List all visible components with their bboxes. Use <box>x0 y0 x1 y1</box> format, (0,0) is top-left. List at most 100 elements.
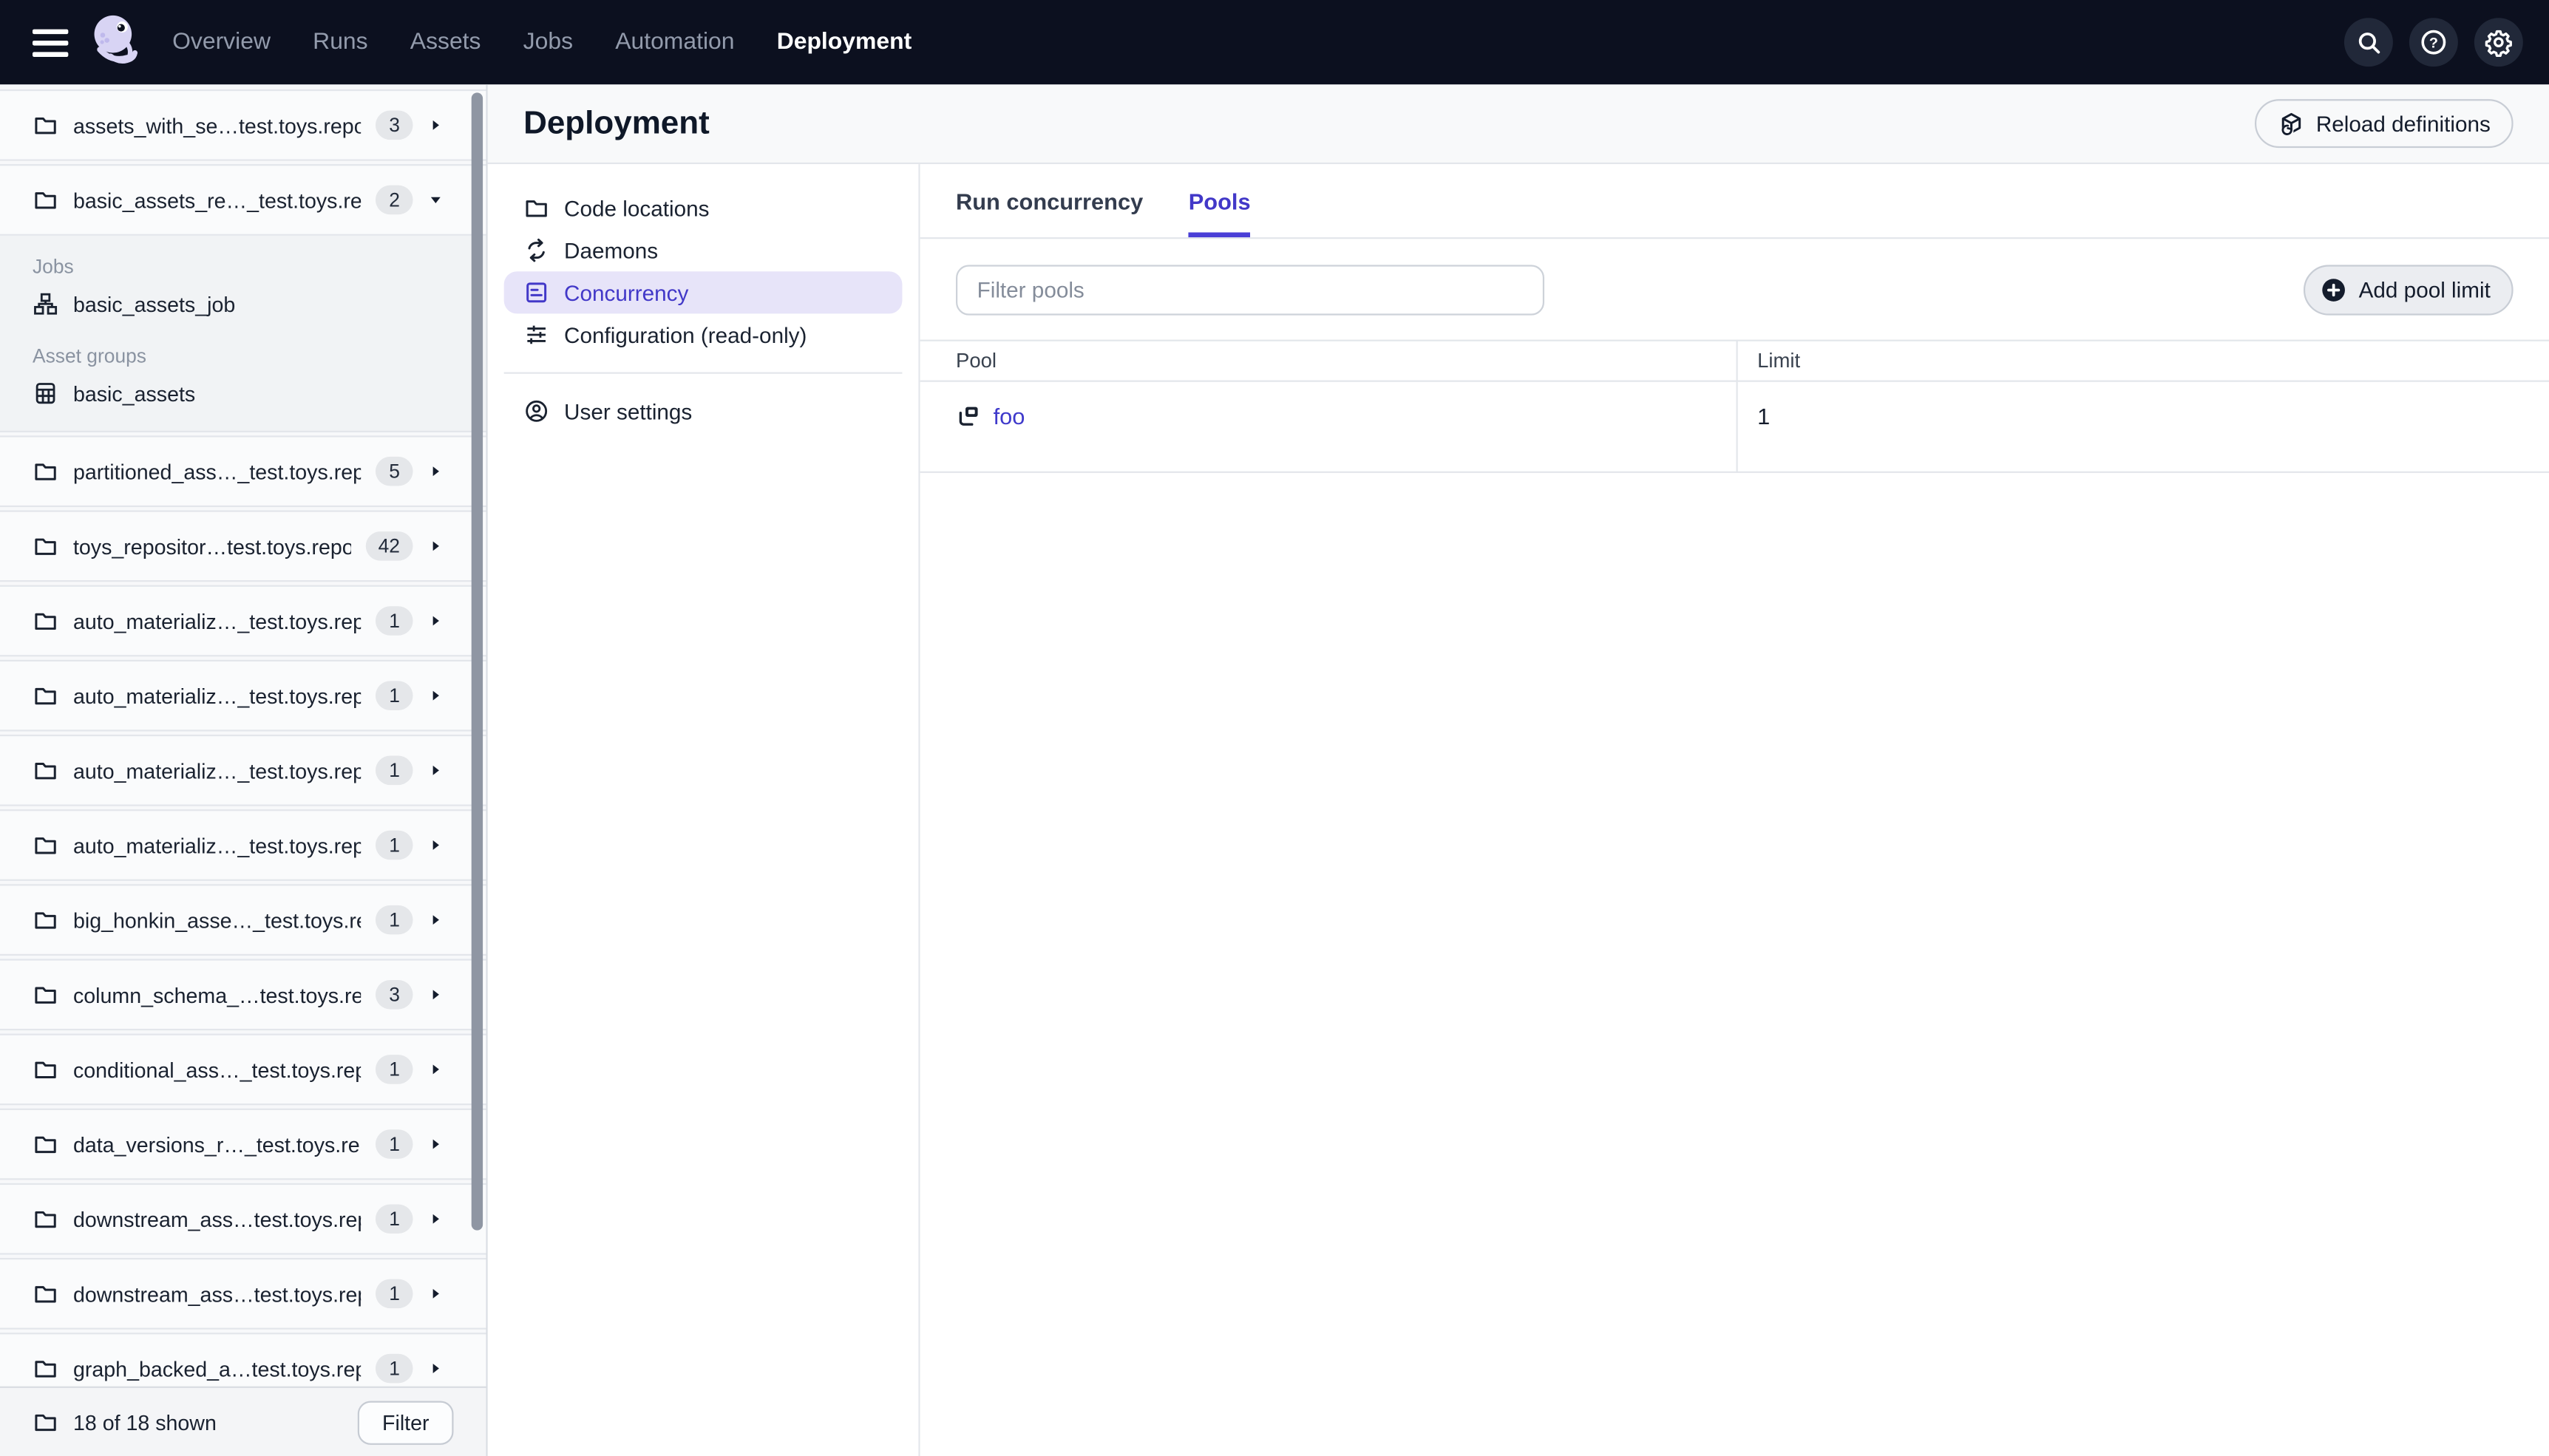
nav-runs[interactable]: Runs <box>313 30 367 55</box>
concurrency-content: Run concurrency Pools Add pool limit Poo… <box>920 164 2549 1456</box>
repo-label: auto_materializ…_test.toys.repo <box>72 683 362 708</box>
help-button[interactable]: ? <box>2409 18 2458 67</box>
nav-concurrency[interactable]: Concurrency <box>503 271 903 314</box>
repo-row[interactable]: auto_materializ…_test.toys.repo 1 <box>0 809 486 881</box>
repo-count-badge: 42 <box>364 531 413 561</box>
filter-button[interactable]: Filter <box>358 1400 454 1444</box>
search-button[interactable] <box>2343 18 2393 67</box>
chevron-right-icon[interactable] <box>427 1285 444 1302</box>
chevron-right-icon[interactable] <box>427 117 444 133</box>
repo-label: toys_repositor…test.toys.repo <box>72 534 351 559</box>
nav-configuration[interactable]: Configuration (read-only) <box>504 313 903 356</box>
nav-item-label: Configuration (read-only) <box>564 322 807 347</box>
repo-row[interactable]: auto_materializ…_test.toys.repo 1 <box>0 659 486 732</box>
repo-label: downstream_ass…test.toys.rep <box>72 1206 362 1231</box>
sidebar-footer: 18 of 18 shown Filter <box>0 1386 486 1456</box>
menu-icon[interactable] <box>32 28 69 56</box>
repo-row[interactable]: downstream_ass…test.toys.rep 1 <box>0 1258 486 1330</box>
folder-icon <box>35 1136 56 1154</box>
repo-row[interactable]: assets_with_se…test.toys.repo 3 <box>0 89 486 161</box>
repo-row[interactable]: downstream_ass…test.toys.rep 1 <box>0 1183 486 1255</box>
column-header-pool: Pool <box>920 339 1737 382</box>
expanded-repo-contents: Jobs basic_assets_job Asset groups basic… <box>0 235 486 432</box>
repo-row[interactable]: auto_materializ…_test.toys.repo 1 <box>0 585 486 657</box>
folder-icon <box>35 463 56 480</box>
chevron-right-icon[interactable] <box>427 613 444 629</box>
chevron-right-icon[interactable] <box>427 538 444 554</box>
repo-row[interactable]: partitioned_ass…_test.toys.rep 5 <box>0 435 486 508</box>
repo-count-badge: 5 <box>376 456 413 486</box>
repo-count-badge: 1 <box>376 830 413 860</box>
repo-count-badge: 2 <box>376 185 413 215</box>
nav-item-label: User settings <box>564 398 693 423</box>
column-header-limit: Limit <box>1736 339 2549 382</box>
folder-icon <box>35 687 56 705</box>
reload-definitions-button[interactable]: Reload definitions <box>2254 99 2514 149</box>
repo-row[interactable]: column_schema_…test.toys.rep 3 <box>0 959 486 1031</box>
nav-daemons[interactable]: Daemons <box>504 229 903 271</box>
repo-count-badge: 1 <box>376 1129 413 1159</box>
job-item[interactable]: basic_assets_job <box>0 285 486 325</box>
chevron-right-icon[interactable] <box>427 463 444 480</box>
chevron-right-icon[interactable] <box>427 1061 444 1078</box>
help-icon: ? <box>2421 30 2446 55</box>
chevron-right-icon[interactable] <box>427 987 444 1003</box>
chevron-right-icon[interactable] <box>427 1136 444 1152</box>
repo-label: downstream_ass…test.toys.rep <box>72 1281 362 1306</box>
repo-label: data_versions_r…_test.toys.rep <box>72 1132 362 1157</box>
repo-count-badge: 1 <box>376 681 413 710</box>
repo-row[interactable]: toys_repositor…test.toys.repo 42 <box>0 510 486 582</box>
repo-row-expanded[interactable]: basic_assets_re…_test.toys.repo 2 <box>0 164 486 236</box>
folder-icon <box>35 192 56 209</box>
folder-icon <box>35 987 56 1004</box>
repo-row[interactable]: data_versions_r…_test.toys.rep 1 <box>0 1108 486 1180</box>
pools-table: Pool Limit foo 1 <box>920 339 2549 473</box>
folder-icon <box>35 1211 56 1228</box>
repo-label: auto_materializ…_test.toys.repo <box>72 758 362 783</box>
dagster-logo-icon[interactable] <box>88 11 143 73</box>
repo-count-badge: 1 <box>376 1353 413 1384</box>
nav-jobs[interactable]: Jobs <box>523 30 573 55</box>
sliders-icon <box>527 325 546 344</box>
deployment-settings-nav: Code locations Daemons Concurrency Confi… <box>487 164 920 1456</box>
filter-pools-input[interactable] <box>956 265 1545 316</box>
nav-code-locations[interactable]: Code locations <box>504 187 903 229</box>
repo-label: auto_materializ…_test.toys.repo <box>72 608 362 633</box>
folder-icon <box>35 912 56 929</box>
nav-deployment[interactable]: Deployment <box>777 30 912 55</box>
chevron-down-icon[interactable] <box>427 191 444 208</box>
chevron-right-icon[interactable] <box>427 687 444 704</box>
repo-label: basic_assets_re…_test.toys.repo <box>72 187 362 212</box>
nav-item-label: Concurrency <box>564 280 689 305</box>
repo-row[interactable]: conditional_ass…_test.toys.repo 1 <box>0 1033 486 1106</box>
settings-button[interactable] <box>2474 18 2523 67</box>
folder-icon <box>35 837 56 854</box>
nav-assets[interactable]: Assets <box>410 30 481 55</box>
asset-group-item[interactable]: basic_assets <box>0 374 486 415</box>
repo-count-badge: 1 <box>376 606 413 636</box>
repo-row[interactable]: auto_materializ…_test.toys.repo 1 <box>0 734 486 806</box>
nav-overview[interactable]: Overview <box>172 30 271 55</box>
tab-pools[interactable]: Pools <box>1188 164 1251 238</box>
pool-limit-value: 1 <box>1757 403 1771 429</box>
plus-circle-icon <box>2322 279 2345 302</box>
add-pool-limit-button[interactable]: Add pool limit <box>2303 265 2514 316</box>
nav-user-settings[interactable]: User settings <box>504 390 903 432</box>
repo-count-badge: 3 <box>376 110 413 140</box>
chevron-right-icon[interactable] <box>427 912 444 928</box>
repo-count-badge: 1 <box>376 1204 413 1234</box>
chevron-right-icon[interactable] <box>427 762 444 778</box>
job-label: basic_assets_job <box>72 291 236 316</box>
chevron-right-icon[interactable] <box>427 1211 444 1227</box>
tab-run-concurrency[interactable]: Run concurrency <box>956 164 1143 237</box>
repo-row[interactable]: big_honkin_asse…_test.toys.rep 1 <box>0 884 486 956</box>
folder-icon <box>35 1361 56 1378</box>
folder-icon <box>35 1061 56 1078</box>
nav-automation[interactable]: Automation <box>615 30 734 55</box>
repo-count-badge: 1 <box>376 755 413 786</box>
chevron-right-icon[interactable] <box>427 1361 444 1377</box>
sidebar-scrollbar[interactable] <box>471 92 483 1231</box>
pool-link[interactable]: foo <box>956 403 1025 429</box>
repo-label: assets_with_se…test.toys.repo <box>72 112 362 137</box>
chevron-right-icon[interactable] <box>427 837 444 853</box>
